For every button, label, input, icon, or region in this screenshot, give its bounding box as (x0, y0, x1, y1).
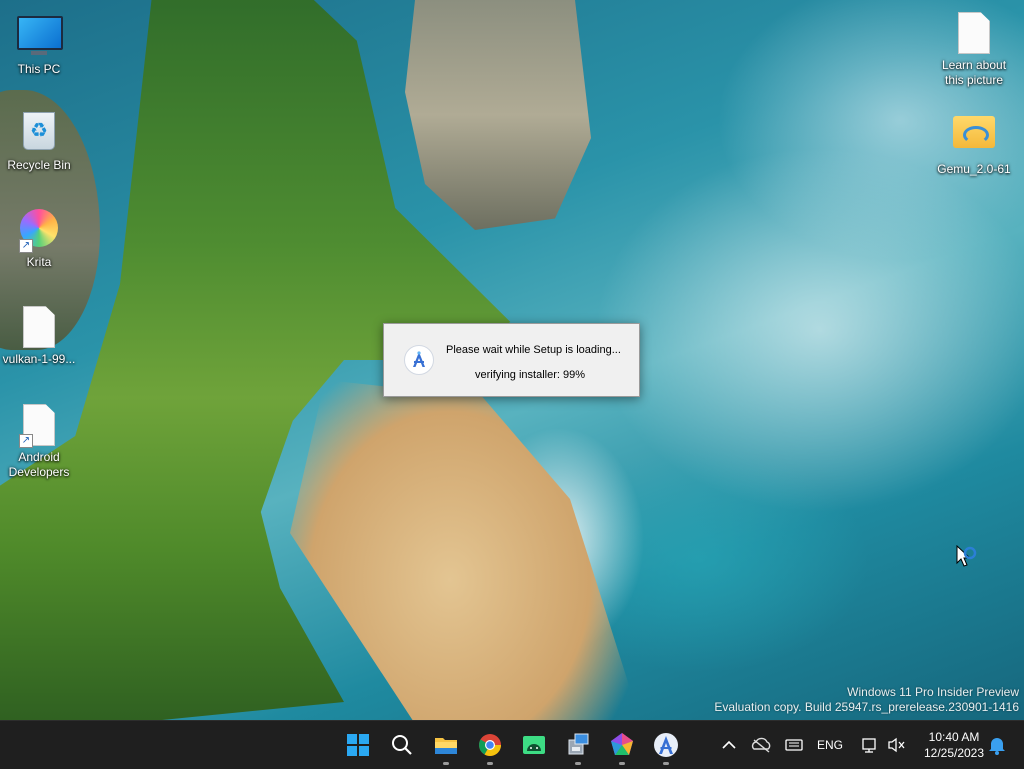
installer-icon (568, 733, 589, 755)
desktop-icon-label: Learn about this picture (941, 58, 1007, 87)
running-indicator (619, 762, 625, 765)
krita-icon: ↗ (17, 209, 61, 253)
watermark-line-2: Evaluation copy. Build 25947.rs_prerelea… (714, 700, 1019, 714)
search-icon (392, 735, 412, 755)
onedrive-tray-button[interactable] (746, 727, 776, 763)
show-hidden-icons-button[interactable] (714, 727, 744, 763)
android-studio-icon (654, 733, 678, 757)
folder-icon (952, 116, 996, 160)
running-indicator (663, 762, 669, 765)
keyboard-icon (785, 739, 803, 751)
busy-cursor-icon (956, 544, 980, 571)
desktop-icon-label: Android Developers (8, 450, 70, 479)
chrome-icon (479, 734, 501, 756)
taskbar-android-studio[interactable] (516, 727, 552, 763)
start-button[interactable] (340, 727, 376, 763)
desktop-icon-learn-about-picture[interactable]: Learn about this picture (936, 10, 1012, 88)
desktop-icon-gemu-folder[interactable]: Gemu_2.0-61 (936, 108, 1012, 177)
desktop-icon-vulkan[interactable]: vulkan-1-99... (1, 304, 77, 367)
shortcut-arrow-icon: ↗ (19, 239, 33, 253)
file-icon (952, 12, 996, 56)
pentagon-app-icon (611, 733, 633, 755)
android-studio-icon (404, 345, 434, 375)
taskbar-file-explorer[interactable] (428, 727, 464, 765)
desktop-icon-label: Krita (26, 255, 52, 269)
windows-start-icon (347, 734, 369, 756)
taskbar: ENG 10:40 AM 12/25/2023 (0, 720, 1024, 769)
android-icon (523, 736, 545, 754)
volume-muted-icon (888, 737, 905, 753)
touch-keyboard-button[interactable] (779, 727, 809, 763)
desktop-icon-label: Gemu_2.0-61 (937, 162, 1011, 176)
taskbar-clock[interactable]: 10:40 AM 12/25/2023 (918, 729, 990, 761)
running-indicator (575, 762, 581, 765)
taskbar-setup[interactable] (560, 727, 596, 765)
desktop-icon-recycle-bin[interactable]: ♻ Recycle Bin (1, 108, 77, 173)
network-icon (862, 738, 876, 753)
taskbar-android-studio-setup[interactable] (648, 727, 684, 765)
desktop-icon-label: Recycle Bin (7, 158, 71, 172)
windows-watermark: Windows 11 Pro Insider Preview Evaluatio… (714, 685, 1019, 715)
wallpaper-cliff-face (405, 0, 591, 230)
taskbar-pentagon-app[interactable] (604, 727, 640, 765)
desktop-icon-this-pc[interactable]: This PC (1, 10, 77, 77)
file-shortcut-icon: ↗ (17, 404, 61, 448)
volume-tray-button[interactable] (882, 727, 912, 763)
desktop-icon-label: vulkan-1-99... (2, 352, 76, 366)
input-language-indicator[interactable]: ENG (817, 738, 843, 752)
search-button[interactable] (384, 727, 420, 763)
clock-time: 10:40 AM (928, 730, 980, 744)
setup-loading-dialog[interactable]: Please wait while Setup is loading... ve… (383, 323, 640, 397)
folder-icon (435, 738, 457, 754)
desktop-icon-krita[interactable]: ↗ Krita (1, 206, 77, 270)
clock-date: 12/25/2023 (923, 746, 985, 760)
desktop-icon-android-developers[interactable]: ↗ Android Developers (1, 402, 77, 480)
network-tray-button[interactable] (855, 727, 885, 763)
chevron-up-icon (722, 740, 736, 749)
desktop-icon-label: This PC (17, 62, 61, 76)
watermark-line-1: Windows 11 Pro Insider Preview (847, 685, 1019, 699)
dialog-status: verifying installer: 99% (474, 369, 586, 381)
running-indicator (443, 762, 449, 765)
this-pc-icon (17, 16, 63, 60)
dialog-message: Please wait while Setup is loading... (446, 344, 621, 356)
notifications-button[interactable] (984, 727, 1010, 763)
file-icon (17, 306, 61, 350)
recycle-bin-icon: ♻ (17, 112, 61, 156)
taskbar-chrome[interactable] (472, 727, 508, 765)
running-indicator (487, 762, 493, 765)
bell-icon (989, 738, 1005, 755)
shortcut-arrow-icon: ↗ (19, 434, 33, 448)
cloud-off-icon (751, 737, 771, 753)
